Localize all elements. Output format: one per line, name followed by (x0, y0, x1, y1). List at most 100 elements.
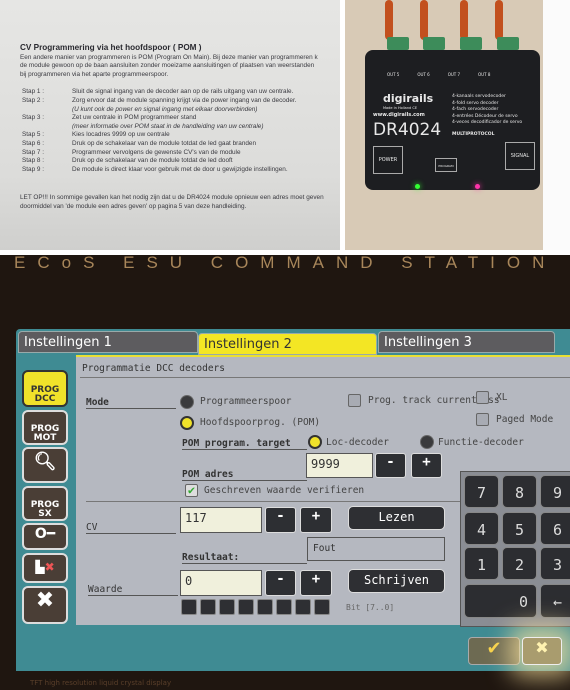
pom-address-label: POM adres (182, 469, 307, 481)
value-label: Waarde (88, 584, 178, 596)
servo-wire (385, 0, 393, 40)
protocol: MULTIPROTOCOL (452, 132, 495, 137)
divider (86, 501, 521, 502)
servo-wire (495, 0, 503, 40)
keypad-key[interactable]: 4 (464, 512, 499, 545)
sidebar-prog-dcc[interactable]: PROG DCC (22, 370, 68, 407)
prog-track-currentless-checkbox[interactable] (348, 394, 361, 407)
tab-instellingen-2[interactable]: Instellingen 2 (198, 333, 377, 355)
device-description: 4-kanaals servodecoder (452, 94, 506, 99)
keypad-key[interactable]: 7 (464, 475, 499, 508)
pom-address-minus-button[interactable]: - (375, 453, 406, 478)
key-icon[interactable]: O━ (22, 523, 68, 550)
keypad: 7 8 9 4 5 6 1 2 3 0 ← (460, 471, 570, 627)
step-label: Stap 6 : (22, 139, 45, 147)
doc-intro-3: bij programmeren via het aparte programm… (20, 70, 169, 78)
bit-toggle[interactable] (257, 599, 273, 615)
step-text: Programmeer vervolgens de gewenste CV's … (72, 148, 241, 156)
functie-decoder-label: Functie-decoder (438, 437, 524, 448)
pom-target-label: POM program. target (182, 438, 307, 450)
document-photo: CV Programmering via het hoofdspoor ( PO… (0, 0, 340, 250)
bits-label: Bit [7..0] (346, 603, 395, 612)
device-descriptions: 4-kanaals servodecoder 4-fold servo decod… (452, 94, 522, 127)
value-plus-button[interactable]: + (300, 570, 332, 596)
sidebar-prog-sx[interactable]: PROG SX (22, 486, 68, 521)
led-green (415, 184, 420, 189)
led-red (475, 184, 480, 189)
step-row: (U kunt ook de power en signal ingang me… (20, 106, 297, 115)
tab-instellingen-1[interactable]: Instellingen 1 (18, 331, 198, 353)
keypad-key[interactable]: 9 (540, 475, 570, 508)
paged-mode-checkbox[interactable] (476, 413, 489, 426)
keypad-key[interactable]: 2 (502, 547, 537, 580)
write-button[interactable]: Schrijven (348, 569, 445, 593)
step-label: Stap 3 : (22, 114, 45, 122)
paged-mode-label: Paged Mode (496, 414, 554, 425)
keypad-key[interactable]: 5 (502, 512, 537, 545)
step-row: Stap 7 : Programmeer vervolgens de gewens… (20, 149, 297, 158)
tab-instellingen-3[interactable]: Instellingen 3 (378, 331, 555, 353)
search-icon[interactable]: 🔍︎ (22, 447, 68, 483)
bit-toggle[interactable] (238, 599, 254, 615)
radio-hoofdspoorprog[interactable] (180, 416, 194, 430)
cv-label: CV (86, 522, 176, 534)
pom-address-input[interactable]: 9999 (306, 453, 373, 478)
bit-toggle[interactable] (219, 599, 235, 615)
doc-intro-1: Een andere manier van programmeren is PO… (20, 53, 318, 61)
radio-loc-decoder[interactable] (308, 435, 322, 449)
keypad-key[interactable]: 1 (464, 547, 499, 580)
keypad-key[interactable]: 6 (540, 512, 570, 545)
cv-plus-button[interactable]: + (300, 507, 332, 533)
keypad-key[interactable]: 0 (464, 584, 537, 618)
step-text: Zorg ervoor dat de module spanning krijg… (72, 96, 297, 104)
ok-button[interactable]: ✔ (468, 637, 520, 665)
xl-checkbox[interactable] (476, 391, 489, 404)
bit-toggle[interactable] (295, 599, 311, 615)
dr4024-module: OUT 5 OUT 6 OUT 7 OUT 8 digirails Made i… (365, 50, 540, 190)
bit-toggle[interactable] (276, 599, 292, 615)
result-label: Resultaat: (182, 552, 307, 564)
step-label: Stap 1 : (22, 88, 45, 96)
cancel-button[interactable]: ✖ (522, 637, 562, 665)
read-button[interactable]: Lezen (348, 506, 445, 530)
programming-panel: Programmatie DCC decoders Mode Programme… (76, 355, 570, 627)
cv-minus-button[interactable]: - (265, 507, 296, 533)
cv-input[interactable]: 117 (180, 507, 262, 533)
power-label: POWER (373, 146, 403, 174)
backspace-key[interactable]: ← (540, 584, 570, 618)
sidebar-prog-mot[interactable]: PROG MOT (22, 410, 68, 445)
keypad-key[interactable]: 8 (502, 475, 537, 508)
step-label (20, 106, 72, 115)
display-footer: TFT high resolution liquid crystal displ… (30, 679, 172, 687)
step-row: Stap 6 : Druk op de schakelaar van de mod… (20, 140, 297, 149)
verify-checkbox[interactable]: ✔ (185, 484, 198, 497)
doc-note-1: LET OP!!! In sommige gevallen kan het no… (20, 194, 324, 202)
verify-label: Geschreven waarde verifieren (204, 485, 365, 496)
radio-programmeerspoor[interactable] (180, 395, 194, 409)
step-row: Stap 3 : Zet uw centrale in POM programme… (20, 114, 297, 123)
step-text: Sluit de signal ingang van de decoder aa… (72, 88, 294, 96)
bit-toggle[interactable] (181, 599, 197, 615)
bit-toggle[interactable] (314, 599, 330, 615)
tools-icon[interactable]: ✖ (22, 586, 68, 624)
program-button[interactable]: PROGRAM (435, 158, 457, 172)
step-row: Stap 5 : Kies locadres 9999 op uw central… (20, 131, 297, 140)
step-row: Stap 9 : De module is direct klaar voor g… (20, 166, 297, 175)
keypad-key[interactable]: 3 (540, 547, 570, 580)
loco-delete-icon[interactable]: ▙✖ (22, 553, 68, 583)
device-description: 4-fach servodecoder (452, 107, 499, 113)
step-label: Stap 5 : (22, 131, 45, 139)
terminal (497, 37, 519, 50)
bit-toggle[interactable] (200, 599, 216, 615)
signal-label: SIGNAL (505, 142, 535, 170)
doc-intro-2: de module gewoon op de baan aansluiten z… (20, 62, 315, 70)
step-text: Kies locadres 9999 op uw centrale (72, 131, 170, 139)
radio-functie-decoder[interactable] (420, 435, 434, 449)
value-minus-button[interactable]: - (265, 570, 296, 596)
step-label: Stap 9 : (22, 165, 45, 173)
hoofdspoorprog-label: Hoofdspoorprog. (POM) (200, 417, 321, 428)
value-input[interactable]: 0 (180, 570, 262, 596)
output-label: OUT 6 (417, 72, 430, 77)
pom-address-plus-button[interactable]: + (411, 453, 442, 478)
command-station-photo: ECoS ESU COMMAND STATION Instellingen 1 … (0, 255, 570, 690)
